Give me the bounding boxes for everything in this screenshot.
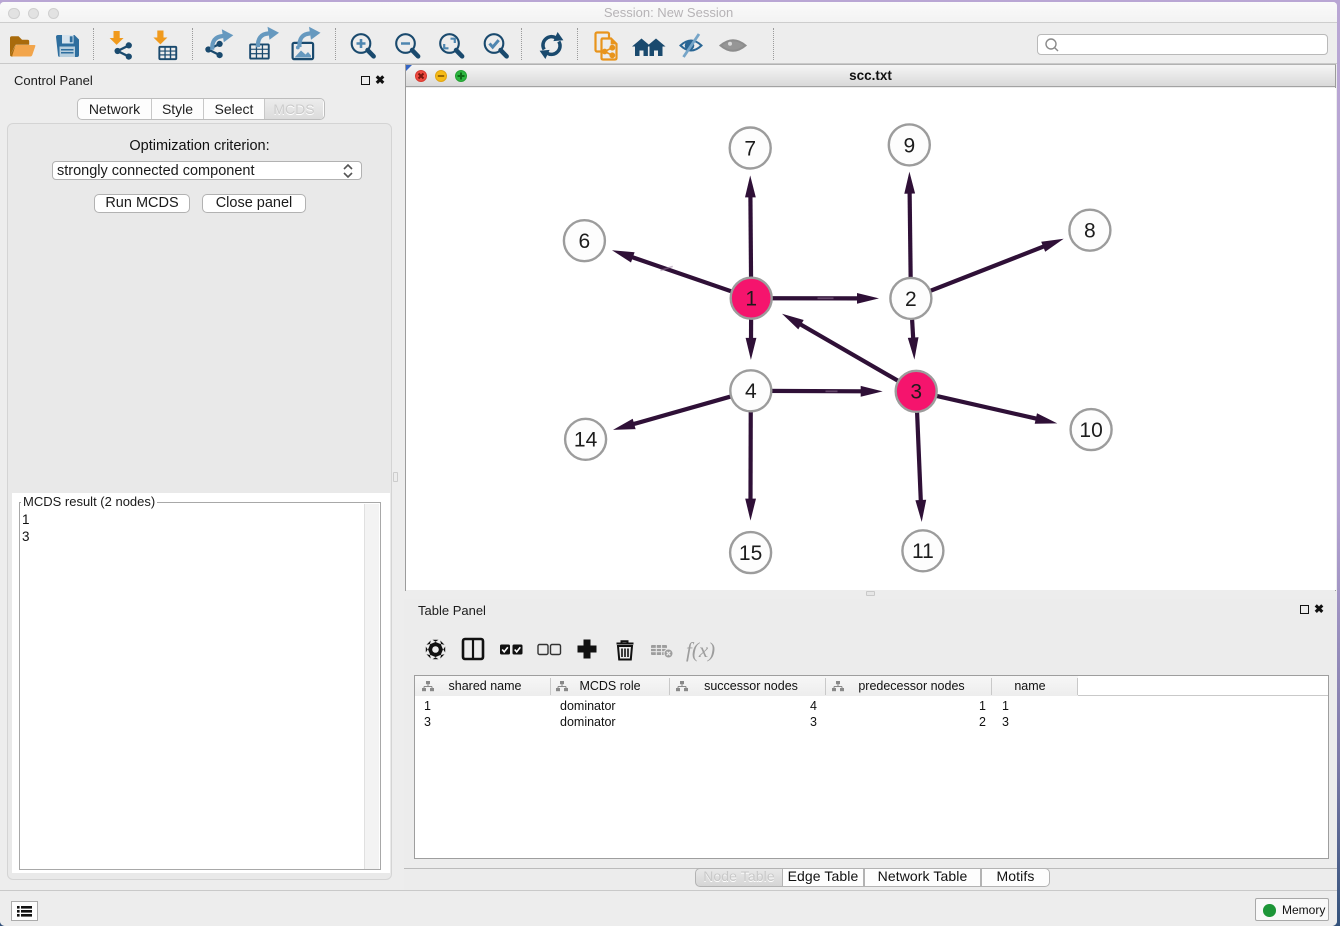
svg-text:6: 6 [579,230,591,253]
svg-text:f(x): f(x) [686,638,715,662]
svg-text:8: 8 [1084,220,1096,243]
svg-text:3: 3 [910,381,922,404]
svg-text:4: 4 [745,380,757,403]
svg-text:11: 11 [912,540,934,563]
svg-text:7: 7 [744,137,756,160]
svg-text:14: 14 [574,429,598,452]
svg-text:2: 2 [905,288,917,311]
svg-text:1: 1 [745,288,757,311]
svg-text:15: 15 [739,542,762,565]
svg-text:9: 9 [903,134,915,157]
svg-text:10: 10 [1079,419,1102,442]
